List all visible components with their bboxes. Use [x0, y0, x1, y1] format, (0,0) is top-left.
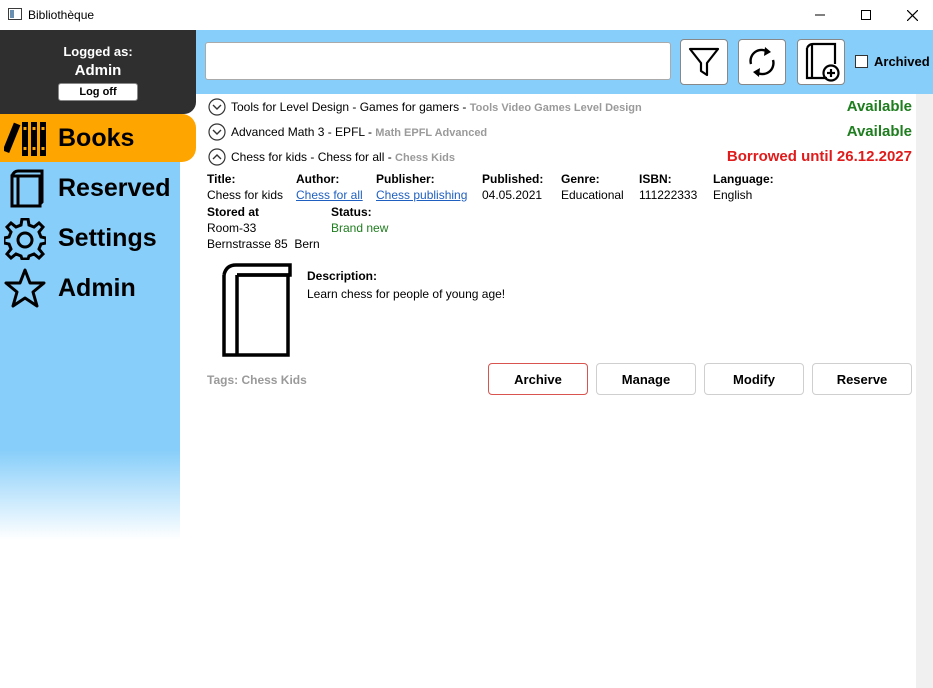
login-panel: Logged as: Admin Log off: [0, 30, 196, 114]
author-link[interactable]: Chess for all: [296, 188, 363, 202]
manage-button[interactable]: Manage: [596, 363, 696, 395]
books-icon: [4, 122, 46, 156]
book-tags: Tools Video Games Level Design: [469, 102, 642, 114]
archive-button[interactable]: Archive: [488, 363, 588, 395]
isbn-value: 111222333: [639, 188, 698, 202]
sidebar: Logged as: Admin Log off Books Reserved …: [0, 30, 196, 688]
sidebar-item-reserved[interactable]: Reserved: [0, 164, 196, 212]
refresh-button[interactable]: [738, 39, 786, 85]
title-value: Chess for kids: [207, 188, 284, 202]
close-icon: [906, 9, 918, 21]
minimize-icon: [815, 14, 825, 16]
sidebar-item-label: Reserved: [58, 174, 171, 202]
reserve-button[interactable]: Reserve: [812, 363, 912, 395]
sidebar-item-books[interactable]: Books: [0, 114, 196, 162]
sidebar-item-admin[interactable]: Admin: [0, 264, 196, 312]
chevron-down-icon[interactable]: [208, 123, 226, 141]
list-item[interactable]: Tools for Level Design - Games for gamer…: [208, 96, 914, 118]
book-list: Tools for Level Design - Games for gamer…: [196, 94, 916, 688]
filter-icon: [688, 47, 720, 77]
maximize-button[interactable]: [843, 0, 889, 30]
app-window: Bibliothèque Logged as: Admin Log off Bo…: [0, 0, 933, 688]
app-icon: [8, 8, 22, 20]
close-button[interactable]: [889, 0, 933, 30]
address-value: Bernstrasse 85 Bern: [207, 237, 320, 251]
toolbar: Archived: [196, 30, 933, 94]
book-tags: Chess Kids: [395, 152, 455, 164]
publisher-link[interactable]: Chess publishing: [376, 188, 467, 202]
sidebar-item-label: Settings: [58, 224, 157, 252]
list-item[interactable]: Advanced Math 3 - EPFL - Math EPFL Advan…: [208, 121, 914, 143]
window-title: Bibliothèque: [28, 8, 95, 22]
star-icon: [4, 268, 46, 308]
add-book-icon: [805, 42, 840, 82]
published-label: Published:: [482, 172, 544, 186]
sidebar-item-label: Books: [58, 124, 135, 152]
isbn-label: ISBN:: [639, 172, 672, 186]
book-icon: [10, 169, 44, 208]
description-label: Description:: [307, 269, 378, 283]
author-label: Author:: [296, 172, 340, 186]
user-name: Admin: [74, 62, 122, 79]
modify-button[interactable]: Modify: [704, 363, 804, 395]
description-value: Learn chess for people of young age!: [307, 287, 506, 301]
genre-value: Educational: [561, 188, 624, 202]
language-value: English: [713, 188, 753, 202]
published-value: 04.05.2021: [482, 188, 543, 202]
book-title: Advanced Math 3 - EPFL - Math EPFL Advan…: [231, 125, 488, 139]
room-value: Room-33: [207, 221, 257, 235]
minimize-button[interactable]: [797, 0, 843, 30]
search-input[interactable]: [205, 42, 671, 80]
language-label: Language:: [713, 172, 774, 186]
sidebar-item-settings[interactable]: Settings: [0, 214, 196, 262]
stored-at-label: Stored at: [207, 205, 260, 219]
gear-icon: [4, 218, 46, 260]
publisher-label: Publisher:: [376, 172, 435, 186]
book-title: Tools for Level Design - Games for gamer…: [231, 100, 642, 114]
status-badge: Available: [846, 98, 912, 115]
status-badge: Available: [846, 123, 912, 140]
title-bar: Bibliothèque: [0, 0, 933, 30]
title-label: Title:: [207, 172, 236, 186]
vertical-scrollbar[interactable]: [916, 94, 933, 688]
archived-label: Archived: [874, 54, 930, 69]
condition-value: Brand new: [331, 221, 389, 235]
logoff-button[interactable]: Log off: [58, 83, 138, 101]
maximize-icon: [861, 10, 871, 20]
book-title: Chess for kids - Chess for all - Chess K…: [231, 150, 455, 164]
chevron-up-icon[interactable]: [208, 148, 226, 166]
sidebar-item-label: Admin: [58, 274, 136, 302]
filter-button[interactable]: [680, 39, 728, 85]
add-book-button[interactable]: [797, 39, 845, 85]
list-item[interactable]: Chess for kids - Chess for all - Chess K…: [208, 146, 914, 168]
genre-label: Genre:: [561, 172, 600, 186]
logged-as-label: Logged as:: [63, 44, 133, 59]
book-tags: Math EPFL Advanced: [375, 127, 488, 139]
refresh-icon: [749, 47, 775, 77]
archived-checkbox[interactable]: [855, 55, 868, 68]
status-label: Status:: [331, 205, 372, 219]
chevron-down-icon[interactable]: [208, 98, 226, 116]
tags-line: Tags: Chess Kids: [207, 373, 307, 387]
status-badge: Borrowed until 26.12.2027: [726, 148, 912, 165]
book-cover-icon: [222, 263, 292, 357]
